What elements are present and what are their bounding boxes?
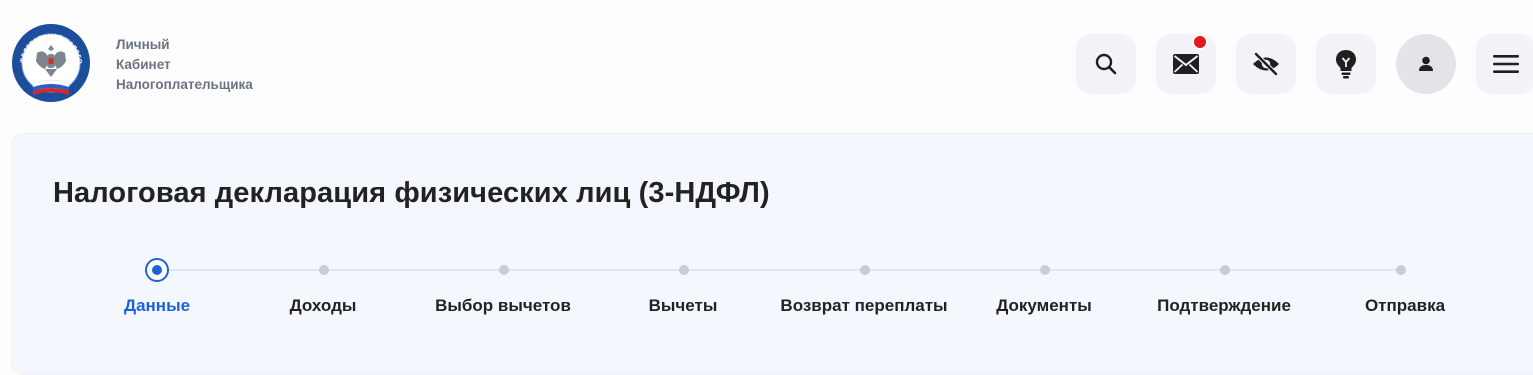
step-overpayment-refund[interactable]: Возврат переплаты bbox=[780, 296, 947, 316]
brand-line-1: Личный bbox=[116, 37, 170, 52]
brand-line-3: Налогоплательщика bbox=[116, 77, 253, 92]
lightbulb-icon bbox=[1336, 50, 1356, 79]
step-marker-active-dot bbox=[152, 265, 162, 275]
step-income[interactable]: Доходы bbox=[290, 296, 357, 316]
user-icon bbox=[1419, 56, 1433, 71]
search-button[interactable] bbox=[1076, 34, 1136, 94]
step-marker[interactable] bbox=[1396, 265, 1406, 275]
messages-button[interactable] bbox=[1156, 34, 1216, 94]
step-marker[interactable] bbox=[319, 265, 329, 275]
step-confirmation[interactable]: Подтверждение bbox=[1157, 296, 1291, 316]
fns-logo[interactable]: ФЕДЕРАЛЬНАЯ НАЛОГОВАЯ СЛУЖБА bbox=[11, 23, 91, 103]
tips-button[interactable] bbox=[1316, 34, 1376, 94]
step-deduction-choice[interactable]: Выбор вычетов bbox=[435, 296, 571, 316]
envelope-icon bbox=[1173, 54, 1199, 74]
step-marker[interactable] bbox=[860, 265, 870, 275]
eye-slash-icon bbox=[1253, 52, 1279, 76]
step-data[interactable]: Данные bbox=[124, 296, 190, 316]
step-documents[interactable]: Документы bbox=[996, 296, 1092, 316]
menu-button[interactable] bbox=[1476, 34, 1533, 94]
brand-title[interactable]: Личный Кабинет Налогоплательщика bbox=[116, 35, 253, 95]
step-submission[interactable]: Отправка bbox=[1365, 296, 1445, 316]
step-marker-active[interactable] bbox=[145, 258, 169, 282]
notification-badge bbox=[1192, 34, 1208, 50]
page-title: Налоговая декларация физических лиц (3-Н… bbox=[53, 177, 770, 209]
menu-icon bbox=[1493, 55, 1519, 73]
profile-button[interactable] bbox=[1396, 34, 1456, 94]
header: ФЕДЕРАЛЬНАЯ НАЛОГОВАЯ СЛУЖБА Личный Каби… bbox=[0, 0, 1533, 130]
step-deductions[interactable]: Вычеты bbox=[649, 296, 718, 316]
accessibility-button[interactable] bbox=[1236, 34, 1296, 94]
declaration-panel: Налоговая декларация физических лиц (3-Н… bbox=[11, 133, 1533, 375]
search-icon bbox=[1095, 53, 1117, 75]
step-marker[interactable] bbox=[1220, 265, 1230, 275]
stepper-line bbox=[157, 269, 1402, 271]
step-marker[interactable] bbox=[1040, 265, 1050, 275]
step-marker[interactable] bbox=[679, 265, 689, 275]
brand-line-2: Кабинет bbox=[116, 57, 171, 72]
step-marker[interactable] bbox=[499, 265, 509, 275]
